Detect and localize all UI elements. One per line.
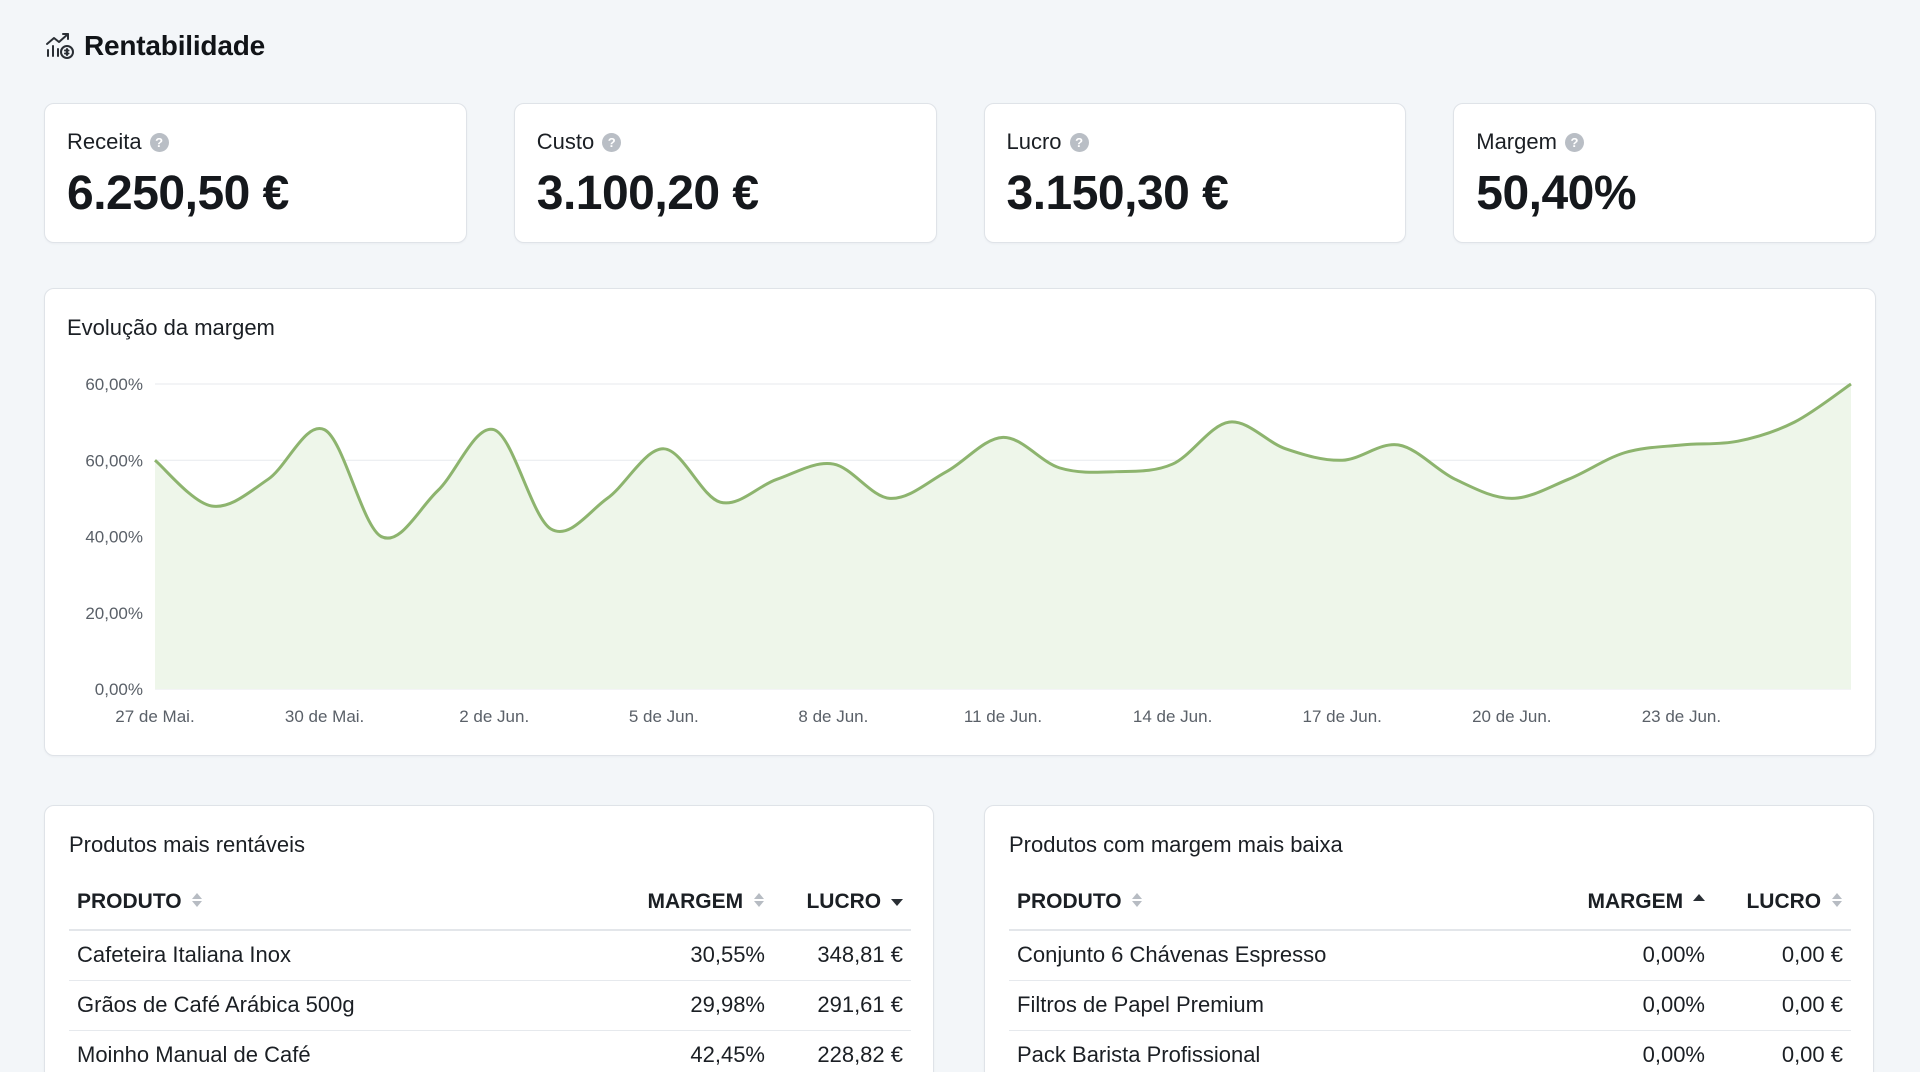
table-title: Produtos com margem mais baixa xyxy=(1009,832,1343,857)
cell-margin: 29,98% xyxy=(623,980,773,1031)
column-header-label: PRODUTO xyxy=(1017,890,1122,914)
table-header-row: PRODUTO MARGEM LUCRO xyxy=(1009,876,1851,931)
cell-product: Conjunto 6 Chávenas Espresso xyxy=(1009,930,1563,981)
kpi-value: 3.100,20 € xyxy=(536,167,759,220)
low-margin-products-table: PRODUTO MARGEM LUCRO Conjunto 6 Chávenas… xyxy=(1009,876,1851,1072)
cell-product: Pack Barista Profissional xyxy=(1009,1030,1563,1072)
x-tick-label: 20 de Jun. xyxy=(1472,707,1551,726)
help-icon[interactable]: ? xyxy=(602,132,622,152)
margin-chart[interactable]: 60,00% 60,00% 40,00% 20,00% 0,00% 27 de Mai. 3… xyxy=(45,289,1877,757)
kpi-label: Lucro xyxy=(1006,129,1062,154)
table-row[interactable]: Moinho Manual de Café 42,45% 228,82 € xyxy=(69,1030,911,1072)
column-header-label: MARGEM xyxy=(1587,890,1684,914)
sort-descending-icon xyxy=(891,891,903,915)
x-tick-label: 2 de Jun. xyxy=(459,707,529,726)
margin-chart-card: Evolução da margem 60,00% 60,00% 40,00% 20,… xyxy=(44,288,1876,756)
x-tick-label: 17 de Jun. xyxy=(1302,707,1381,726)
column-header-produto[interactable]: PRODUTO xyxy=(1009,876,1563,931)
x-tick-label: 11 de Jun. xyxy=(964,707,1042,726)
kpi-row: Receita ? 6.250,50 € Custo ? 3.100,20 € … xyxy=(44,103,1876,243)
cell-margin: 0,00% xyxy=(1563,930,1713,981)
column-header-produto[interactable]: PRODUTO xyxy=(69,876,623,931)
kpi-value: 6.250,50 € xyxy=(67,167,289,220)
table-row[interactable]: Conjunto 6 Chávenas Espresso 0,00% 0,00 … xyxy=(1009,930,1851,981)
cell-margin: 42,45% xyxy=(623,1030,773,1072)
help-icon[interactable]: ? xyxy=(1564,132,1584,152)
page-header: Rentabilidade xyxy=(44,26,265,66)
sort-both-icon xyxy=(753,891,765,915)
sort-both-icon xyxy=(1131,891,1143,915)
kpi-value: 50,40% xyxy=(1476,167,1637,220)
sort-both-icon xyxy=(1831,891,1843,915)
chart-coin-icon xyxy=(44,30,76,62)
top-products-card: Produtos mais rentáveis PRODUTO MARGEM L xyxy=(44,805,934,1072)
help-icon[interactable]: ? xyxy=(1069,132,1089,152)
y-tick-label: 20,00% xyxy=(85,604,143,623)
column-header-label: MARGEM xyxy=(647,890,744,914)
table-title: Produtos mais rentáveis xyxy=(69,832,305,857)
column-header-lucro[interactable]: LUCRO xyxy=(1713,876,1851,931)
cell-product: Cafeteira Italiana Inox xyxy=(69,930,623,981)
kpi-card-receita: Receita ? 6.250,50 € xyxy=(44,103,467,243)
kpi-label: Margem xyxy=(1476,129,1557,154)
sort-both-icon xyxy=(191,891,203,915)
y-tick-label: 0,00% xyxy=(95,680,143,699)
top-products-table: PRODUTO MARGEM LUCRO Cafeteira Italiana … xyxy=(69,876,911,1072)
cell-profit: 0,00 € xyxy=(1713,1030,1851,1072)
table-row[interactable]: Pack Barista Profissional 0,00% 0,00 € xyxy=(1009,1030,1851,1072)
kpi-value: 3.150,30 € xyxy=(1006,167,1229,220)
table-header-row: PRODUTO MARGEM LUCRO xyxy=(69,876,911,931)
y-tick-label: 60,00% xyxy=(85,451,143,470)
low-margin-products-card: Produtos com margem mais baixa PRODUTO M… xyxy=(984,805,1874,1072)
table-row[interactable]: Cafeteira Italiana Inox 30,55% 348,81 € xyxy=(69,930,911,981)
y-tick-label: 60,00% xyxy=(85,375,143,394)
area-fill xyxy=(155,384,1851,689)
cell-profit: 291,61 € xyxy=(773,980,911,1031)
page-title: Rentabilidade xyxy=(84,30,265,61)
cell-profit: 228,82 € xyxy=(773,1030,911,1072)
cell-profit: 0,00 € xyxy=(1713,980,1851,1031)
table-row[interactable]: Filtros de Papel Premium 0,00% 0,00 € xyxy=(1009,980,1851,1031)
x-tick-label: 27 de Mai. xyxy=(115,707,194,726)
kpi-label: Receita xyxy=(67,129,142,154)
column-header-label: LUCRO xyxy=(1746,890,1822,914)
column-header-margem[interactable]: MARGEM xyxy=(1563,876,1713,931)
cell-profit: 0,00 € xyxy=(1713,930,1851,981)
cell-profit: 348,81 € xyxy=(773,930,911,981)
cell-product: Filtros de Papel Premium xyxy=(1009,980,1563,1031)
kpi-label: Custo xyxy=(536,129,595,154)
kpi-card-margem: Margem ? 50,40% xyxy=(1453,103,1876,243)
column-header-lucro[interactable]: LUCRO xyxy=(773,876,911,931)
cell-margin: 0,00% xyxy=(1563,1030,1713,1072)
column-header-margem[interactable]: MARGEM xyxy=(623,876,773,931)
cell-margin: 30,55% xyxy=(623,930,773,981)
cell-product: Moinho Manual de Café xyxy=(69,1030,623,1072)
column-header-label: PRODUTO xyxy=(77,890,182,914)
x-tick-label: 23 de Jun. xyxy=(1642,707,1721,726)
y-tick-label: 40,00% xyxy=(85,528,143,547)
column-header-label: LUCRO xyxy=(806,890,882,914)
x-tick-label: 30 de Mai. xyxy=(285,707,364,726)
x-tick-label: 14 de Jun. xyxy=(1133,707,1212,726)
x-tick-label: 5 de Jun. xyxy=(629,707,699,726)
cell-margin: 0,00% xyxy=(1563,980,1713,1031)
sort-ascending-icon xyxy=(1693,891,1705,915)
help-icon[interactable]: ? xyxy=(149,132,169,152)
x-tick-label: 8 de Jun. xyxy=(798,707,868,726)
table-row[interactable]: Grãos de Café Arábica 500g 29,98% 291,61… xyxy=(69,980,911,1031)
kpi-card-lucro: Lucro ? 3.150,30 € xyxy=(983,103,1407,243)
cell-product: Grãos de Café Arábica 500g xyxy=(69,980,623,1031)
kpi-card-custo: Custo ? 3.100,20 € xyxy=(513,103,937,243)
